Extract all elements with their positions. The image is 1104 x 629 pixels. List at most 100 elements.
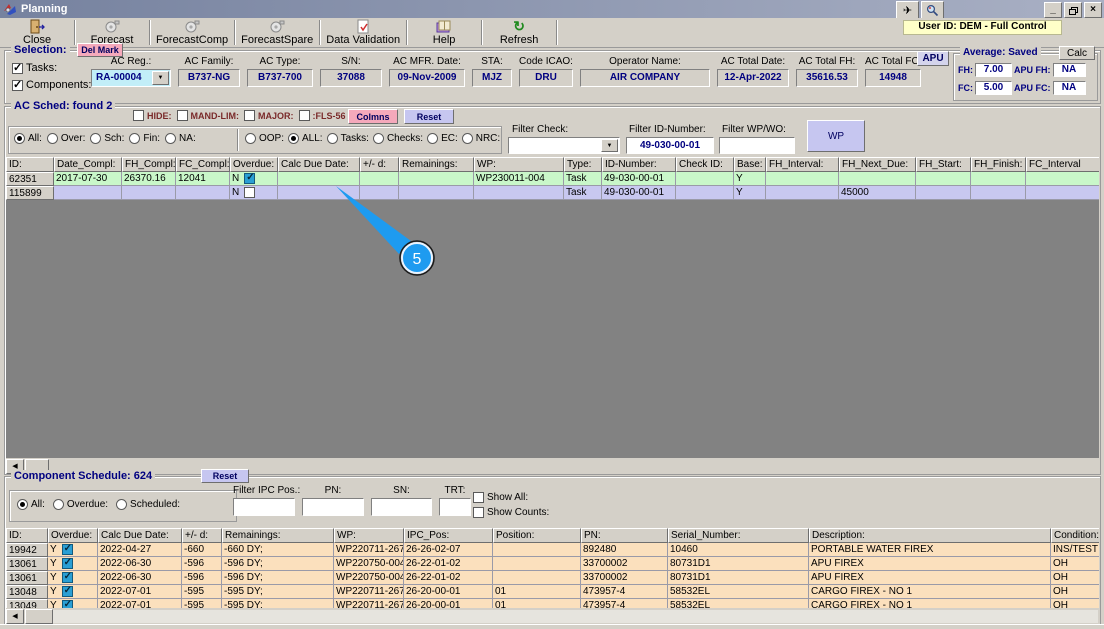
radio-item[interactable]: NRC:	[461, 133, 500, 144]
radio-button[interactable]	[245, 133, 256, 144]
data-validation-button[interactable]: Data Validation	[320, 18, 406, 47]
checkbox[interactable]	[244, 110, 255, 121]
column-header[interactable]: Remainings:	[222, 528, 334, 543]
column-header[interactable]: Date_Compl:	[54, 157, 122, 172]
column-header[interactable]: Description:	[809, 528, 1051, 543]
scroll-left-icon[interactable]: ◀	[6, 608, 24, 624]
overdue-checkbox[interactable]	[244, 187, 256, 198]
column-header[interactable]: WP:	[474, 157, 564, 172]
column-header[interactable]: Remainings:	[399, 157, 474, 172]
radio-button[interactable]	[165, 133, 177, 144]
radio-item[interactable]: All:	[14, 133, 42, 144]
column-header[interactable]: Type:	[564, 157, 602, 172]
radio-item[interactable]: Over:	[46, 133, 85, 144]
radio-button[interactable]	[17, 499, 28, 510]
colmns-button[interactable]: Colmns	[348, 109, 398, 124]
refresh-button[interactable]: ↻ Refresh	[482, 18, 556, 47]
calc-button[interactable]: Calc	[1059, 46, 1095, 60]
help-button[interactable]: Help	[407, 18, 481, 47]
column-header[interactable]: Condition:	[1051, 528, 1099, 543]
table-row[interactable]: 13061Y 2022-06-30-596-596 DY;WP220750-004…	[6, 557, 1099, 571]
reset-button[interactable]: Reset	[404, 109, 454, 124]
filter-check-dropdown[interactable]: ▼	[508, 137, 620, 154]
close-window-button[interactable]: ×	[1084, 2, 1102, 18]
radio-button[interactable]	[52, 499, 64, 510]
average-fc-value[interactable]: 5.00	[975, 81, 1012, 95]
column-header[interactable]: ID:	[6, 157, 54, 172]
radio-item[interactable]: Checks:	[372, 133, 423, 144]
column-header[interactable]: FC_Compl:	[176, 157, 230, 172]
wp-button[interactable]: WP	[807, 120, 865, 152]
search-tool-button[interactable]	[921, 1, 944, 19]
overdue-checkbox[interactable]	[61, 585, 73, 597]
forecastspare-button[interactable]: ForecastSpare	[235, 18, 319, 47]
checkbox-item[interactable]: :FLS-56	[298, 110, 346, 121]
checkbox[interactable]	[12, 61, 23, 74]
table-row[interactable]: 115899 N Task 49-030-00-01 Y 45000	[6, 186, 1099, 200]
column-header[interactable]: IPC_Pos:	[404, 528, 493, 543]
checkbox-item[interactable]: Components:	[12, 78, 91, 91]
filter-wp-input[interactable]	[719, 137, 795, 154]
average-apu-fc-value[interactable]: NA	[1052, 81, 1086, 95]
checkbox[interactable]	[473, 492, 484, 503]
column-header[interactable]: +/- d:	[360, 157, 399, 172]
radio-item[interactable]: Tasks:	[326, 133, 369, 144]
table-row[interactable]: 13048Y 2022-07-01-595-595 DY;WP220711-267…	[6, 585, 1099, 599]
field-value[interactable]	[302, 498, 364, 516]
radio-button[interactable]	[116, 499, 128, 510]
radio-item[interactable]: Overdue:	[52, 499, 108, 510]
column-header[interactable]: WP:	[334, 528, 404, 543]
del-mark-button[interactable]: Del Mark	[77, 43, 123, 57]
field-value[interactable]: RA-00004 ▼	[91, 69, 171, 87]
overdue-checkbox[interactable]	[61, 543, 73, 555]
overdue-checkbox[interactable]	[61, 557, 73, 569]
average-apu-fh-value[interactable]: NA	[1052, 63, 1086, 77]
airplane-tool-button[interactable]: ✈	[896, 1, 919, 19]
column-header[interactable]: Calc Due Date:	[278, 157, 360, 172]
radio-item[interactable]: ALL:	[288, 133, 323, 144]
radio-button[interactable]	[372, 133, 384, 144]
scrollbar-track[interactable]	[53, 609, 1098, 623]
minimize-button[interactable]: _	[1044, 2, 1062, 18]
radio-button[interactable]	[129, 133, 141, 144]
restore-button[interactable]	[1064, 2, 1082, 18]
column-header[interactable]: ID-Number:	[602, 157, 676, 172]
radio-button[interactable]	[427, 133, 439, 144]
column-header[interactable]: FH_Compl:	[122, 157, 176, 172]
table-row[interactable]: 13049Y 2022-07-01-595-595 DY;WP220711-267…	[6, 599, 1099, 608]
column-header[interactable]: PN:	[581, 528, 668, 543]
scrollbar-thumb[interactable]	[25, 608, 53, 624]
checkbox-item[interactable]: Tasks:	[12, 61, 91, 74]
table-row[interactable]: 19942Y 2022-04-27-660-660 DY;WP220711-267…	[6, 543, 1099, 557]
average-fh-value[interactable]: 7.00	[975, 63, 1012, 77]
checkbox[interactable]	[12, 78, 23, 91]
radio-button[interactable]	[326, 133, 338, 144]
overdue-checkbox[interactable]	[61, 571, 73, 583]
checkbox-item[interactable]: MAND-LIM:	[176, 110, 239, 121]
table-row[interactable]: 623512017-07-3026370.1612041N WP230011-00…	[6, 172, 1099, 186]
column-header[interactable]: FH_Next_Due:	[839, 157, 916, 172]
field-value[interactable]	[371, 498, 432, 516]
radio-item[interactable]: Sch:	[90, 133, 124, 144]
checkbox[interactable]	[133, 110, 144, 121]
radio-item[interactable]: Scheduled:	[116, 499, 180, 510]
forecastcomp-button[interactable]: ForecastComp	[150, 18, 234, 47]
column-header[interactable]: Check ID:	[676, 157, 734, 172]
table-row[interactable]: 13061Y 2022-06-30-596-596 DY;WP220750-004…	[6, 571, 1099, 585]
radio-button[interactable]	[288, 133, 300, 144]
checkbox-item[interactable]: Show Counts:	[473, 507, 549, 518]
chevron-down-icon[interactable]: ▼	[152, 71, 169, 85]
checkbox[interactable]	[176, 110, 188, 121]
overdue-checkbox[interactable]	[244, 172, 256, 184]
checkbox-item[interactable]: MAJOR:	[244, 110, 294, 121]
chevron-down-icon[interactable]: ▼	[601, 139, 618, 152]
column-header[interactable]: ID:	[6, 528, 48, 543]
radio-item[interactable]: All:	[17, 499, 45, 510]
component-hscrollbar[interactable]: ◀	[6, 608, 1098, 624]
column-header[interactable]: +/- d:	[182, 528, 222, 543]
column-header[interactable]: Position:	[493, 528, 581, 543]
radio-button[interactable]	[461, 133, 473, 144]
radio-item[interactable]: NA:	[165, 133, 196, 144]
column-header[interactable]: Overdue:	[230, 157, 278, 172]
column-header[interactable]: Overdue:	[48, 528, 98, 543]
